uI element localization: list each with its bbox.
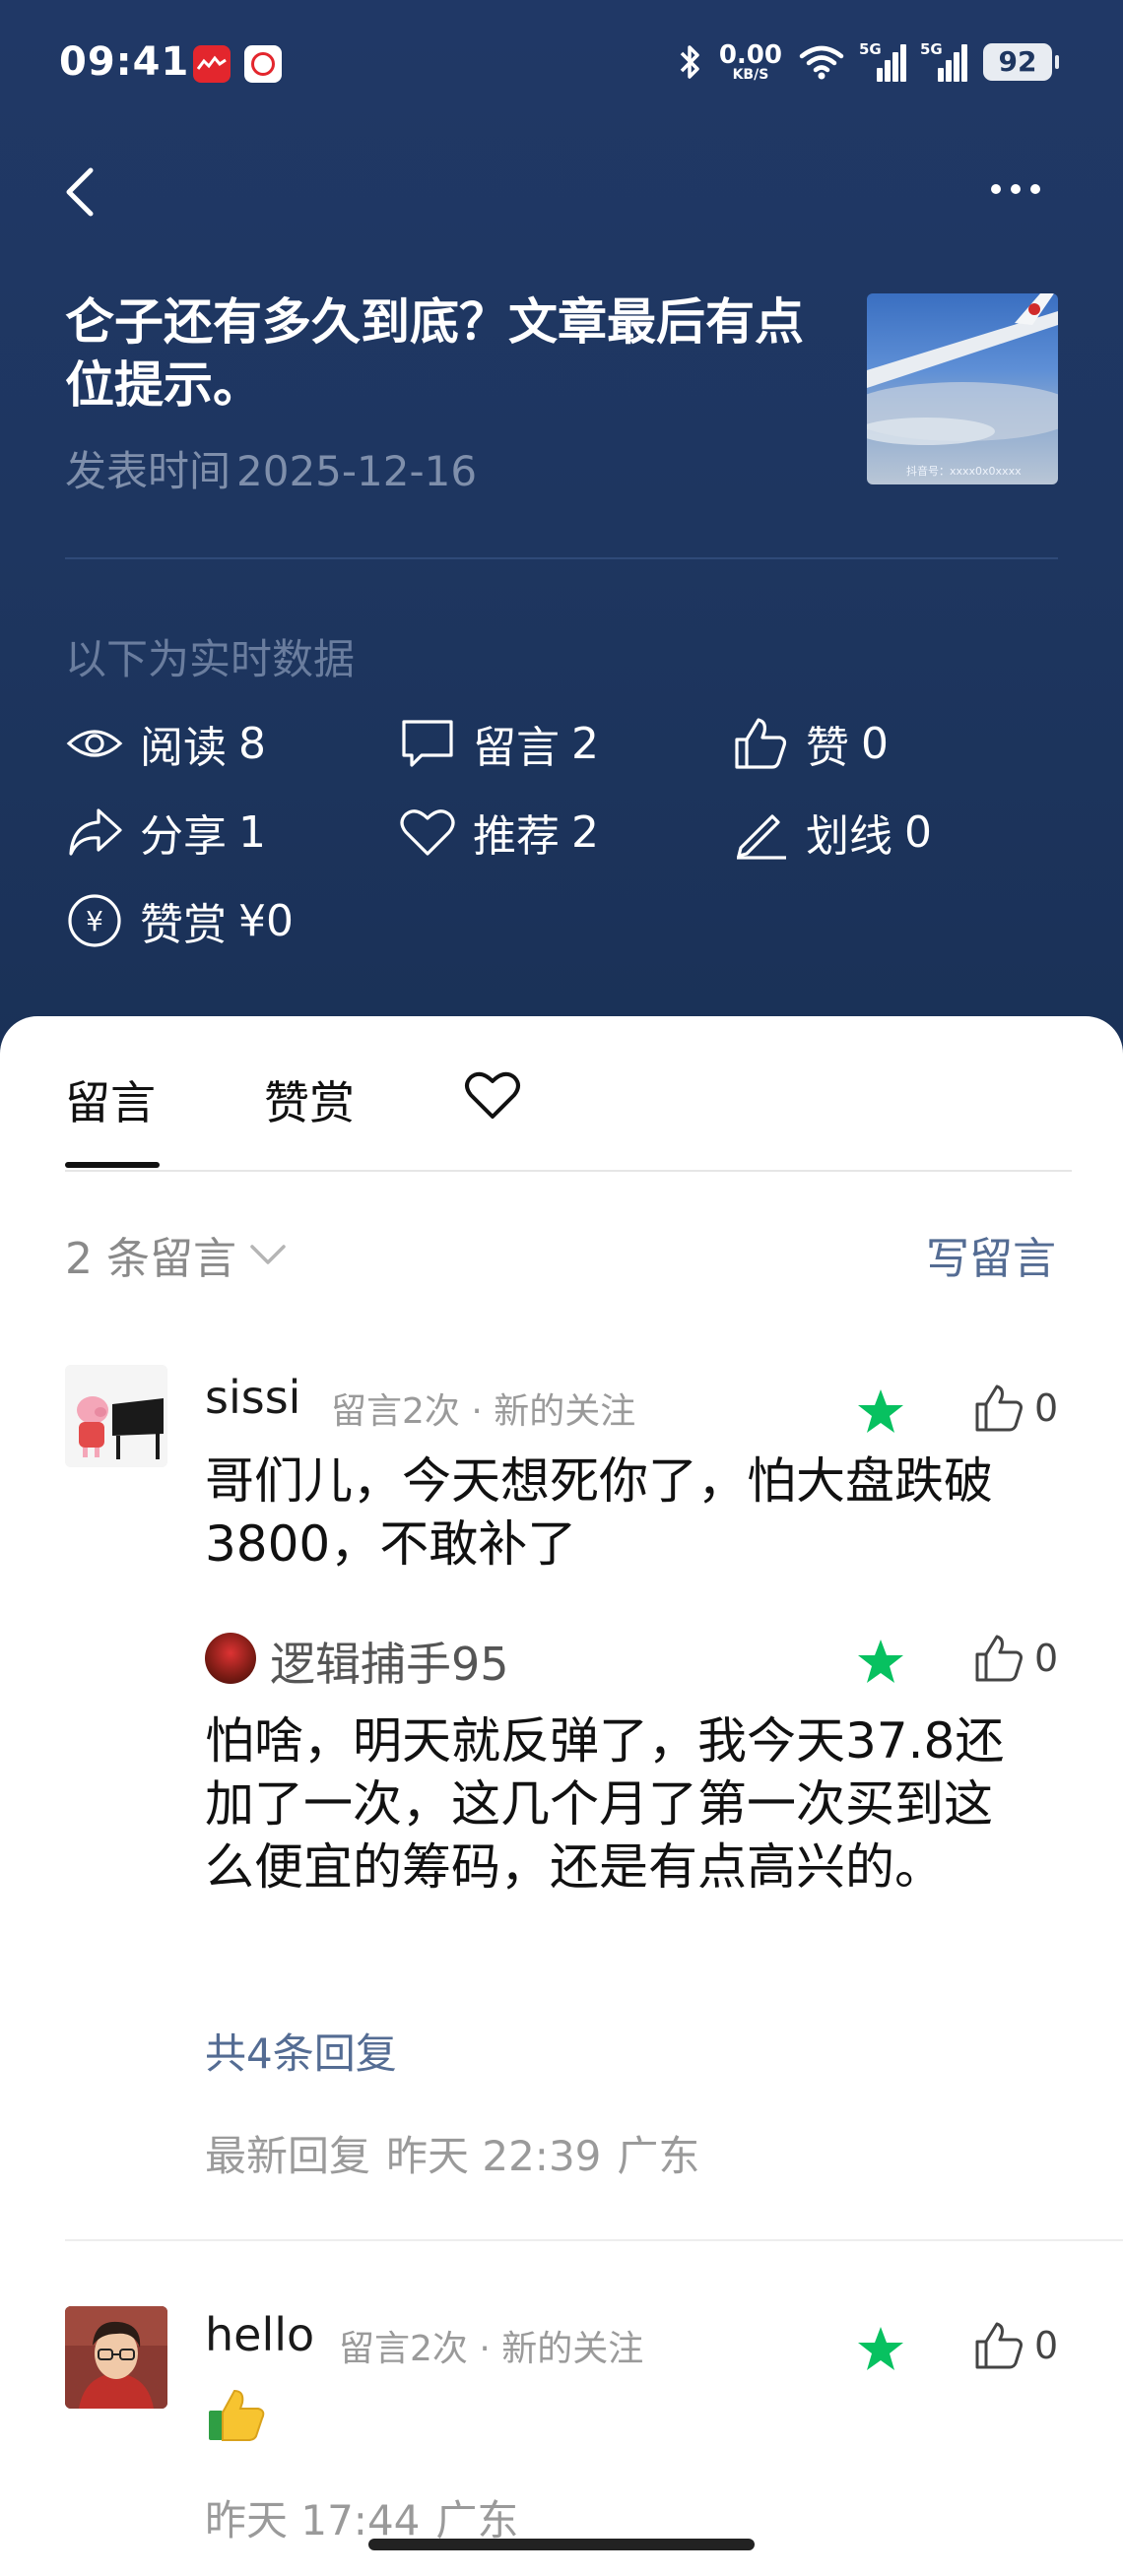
avatar-person-glasses-image: [65, 2306, 167, 2409]
airplane-wing-image: [867, 293, 1058, 445]
signal-5g-1-icon: 5G: [859, 40, 906, 82]
status-bar: 09:41 0.00 KB/S 5G 5G 92: [0, 0, 1123, 128]
tabs-divider: [65, 1170, 1072, 1172]
wifi-icon: [799, 45, 844, 80]
article-stats-header: 09:41 0.00 KB/S 5G 5G 92 仑子还有多久到底？文章最后有点…: [0, 0, 1123, 1063]
comment-author-meta: 留言2次 · 新的关注: [331, 1391, 636, 1432]
eye-icon: [66, 730, 123, 757]
article-title: 仑子还有多久到底？文章最后有点位提示。: [65, 293, 804, 414]
more-options-button[interactable]: [983, 177, 1048, 201]
notification-app-icon: [244, 45, 282, 83]
thumbnail-watermark: 抖音号：xxxx0x0xxxx: [906, 465, 1022, 478]
comment-like-button[interactable]: 0: [971, 2318, 1058, 2373]
tab-favorites[interactable]: [463, 1067, 522, 1123]
thumbs-up-icon: [735, 718, 787, 769]
view-all-replies-link[interactable]: 共4条回复: [205, 2021, 397, 2081]
article-thumbnail[interactable]: 抖音号：xxxx0x0xxxx: [867, 293, 1058, 484]
stat-comments: 留言 2: [398, 714, 599, 773]
comment-author-meta: 留言2次 · 新的关注: [339, 2329, 644, 2369]
back-button[interactable]: [57, 162, 106, 222]
stock-app-icon: [193, 45, 231, 83]
latest-reply-info: 最新回复 昨天 22:39 广东: [205, 2132, 700, 2180]
pen-icon: [737, 814, 786, 860]
status-indicators: 0.00 KB/S 5G 5G 92: [678, 39, 1059, 85]
comment-count-dropdown[interactable]: 2 条留言: [65, 1223, 288, 1286]
tab-comments[interactable]: 留言: [65, 1067, 156, 1132]
reply-avatar[interactable]: [205, 1633, 256, 1684]
reply-author[interactable]: 逻辑捕手95: [270, 1629, 509, 1694]
active-tab-indicator: [65, 1162, 160, 1168]
thumbs-up-icon: [975, 1635, 1023, 1682]
write-comment-button[interactable]: 写留言: [926, 1223, 1056, 1286]
thumbs-up-icon: [975, 2322, 1023, 2369]
heart-icon: [400, 809, 455, 856]
yen-icon: ¥: [68, 894, 121, 947]
stat-highlights: 划线 0: [731, 803, 932, 862]
battery-icon: 92: [983, 43, 1059, 81]
reply-like-button[interactable]: 0: [971, 1631, 1058, 1686]
thumbs-up-icon: [975, 1385, 1023, 1432]
stat-likes: 赞0: [731, 714, 889, 773]
comments-panel: 留言 赞赏 2 条留言 写留言 sissi 留言2次 · 新的关注 0 哥们儿，…: [0, 1016, 1123, 2576]
avatar-pig-piano-image: [65, 1365, 167, 1467]
stat-rewards: ¥ 赞赏 ¥0: [65, 891, 294, 950]
tab-rewards[interactable]: 赞赏: [264, 1067, 355, 1132]
realtime-label: 以下为实时数据: [65, 635, 356, 683]
avatar[interactable]: [65, 1365, 167, 1467]
reply-text: 怕啥，明天就反弹了，我今天37.8还加了一次，这几个月了第一次买到这么便宜的筹码…: [205, 1712, 1005, 1896]
publish-time: 发表时间 2025-12-16: [65, 447, 478, 495]
star-icon[interactable]: [855, 1386, 906, 1438]
chevron-down-icon: [250, 1245, 286, 1264]
comment-text: 哥们儿，今天想死你了，怕大盘跌破3800，不敢补了: [205, 1452, 993, 1573]
stat-shares: 分享 1: [65, 803, 266, 862]
comment-divider: [65, 2239, 1123, 2241]
star-icon[interactable]: [855, 1637, 906, 1688]
header-divider: [65, 557, 1058, 559]
share-icon: [69, 808, 122, 856]
comment-like-button[interactable]: 0: [971, 1381, 1058, 1436]
tab-bar: 留言 赞赏: [0, 1016, 1123, 1174]
thumbs-up-emoji-icon: [209, 2389, 265, 2441]
comment-author[interactable]: sissi: [205, 1371, 300, 1424]
comment-icon: [402, 720, 453, 767]
network-speed: 0.00 KB/S: [718, 40, 782, 83]
svg-text:¥: ¥: [86, 905, 103, 937]
comment-author[interactable]: hello: [205, 2308, 314, 2361]
stat-reads: 阅读 8: [65, 714, 266, 773]
stat-recommends: 推荐 2: [398, 803, 599, 862]
status-time: 09:41: [59, 39, 190, 85]
bluetooth-icon: [680, 45, 699, 79]
avatar[interactable]: [65, 2306, 167, 2409]
signal-5g-2-icon: 5G: [920, 40, 967, 82]
home-indicator[interactable]: [368, 2539, 755, 2550]
star-icon[interactable]: [855, 2324, 906, 2375]
